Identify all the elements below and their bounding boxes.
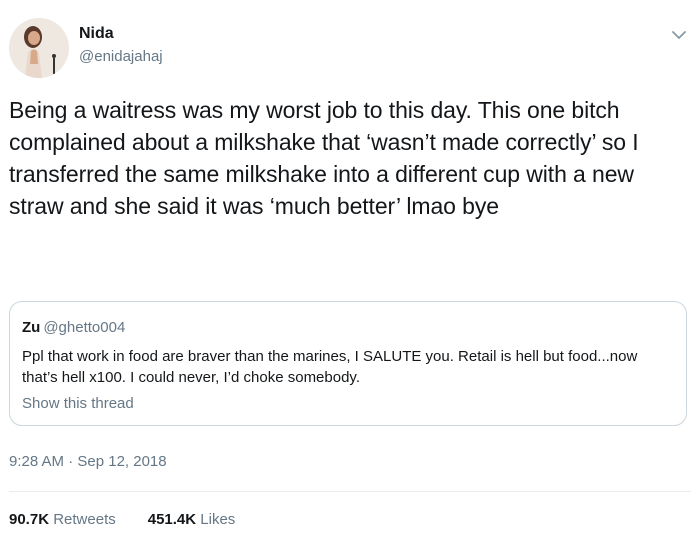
likes-count: 451.4K: [147, 511, 197, 528]
user-handle[interactable]: @enidajahaj: [79, 47, 163, 67]
user-info[interactable]: Nida @enidajahaj: [79, 24, 163, 67]
chevron-down-icon[interactable]: [669, 28, 689, 42]
tweet-header: Nida @enidajahaj: [9, 18, 691, 80]
tweet-card: Nida @enidajahaj Being a waitress was my…: [0, 0, 700, 545]
avatar[interactable]: [9, 18, 69, 78]
show-thread-link[interactable]: Show this thread: [22, 395, 134, 412]
retweets-count: 90.7K: [9, 511, 50, 528]
display-name[interactable]: Nida: [79, 24, 163, 44]
tweet-stats: 90.7K Retweets 451.4K Likes: [9, 511, 235, 528]
quoted-tweet-text: Ppl that work in food are braver than th…: [22, 348, 638, 386]
likes-label: Likes: [200, 511, 236, 528]
likes-stat[interactable]: 451.4K Likes: [148, 511, 236, 528]
tweet-timestamp[interactable]: 9:28 AM · Sep 12, 2018: [9, 453, 167, 470]
retweets-stat[interactable]: 90.7K Retweets: [9, 511, 116, 528]
profile-photo-icon: [9, 18, 69, 78]
quoted-display-name: Zu: [22, 319, 41, 336]
tweet-text: Being a waitress was my worst job to thi…: [9, 97, 639, 219]
quoted-tweet[interactable]: Zu @ghetto004 Ppl that work in food are b…: [9, 301, 687, 426]
quoted-tweet-header: Zu @ghetto004: [22, 319, 125, 337]
quoted-user-handle: @ghetto004: [43, 319, 126, 336]
retweets-label: Retweets: [53, 511, 116, 528]
divider: [9, 491, 691, 492]
